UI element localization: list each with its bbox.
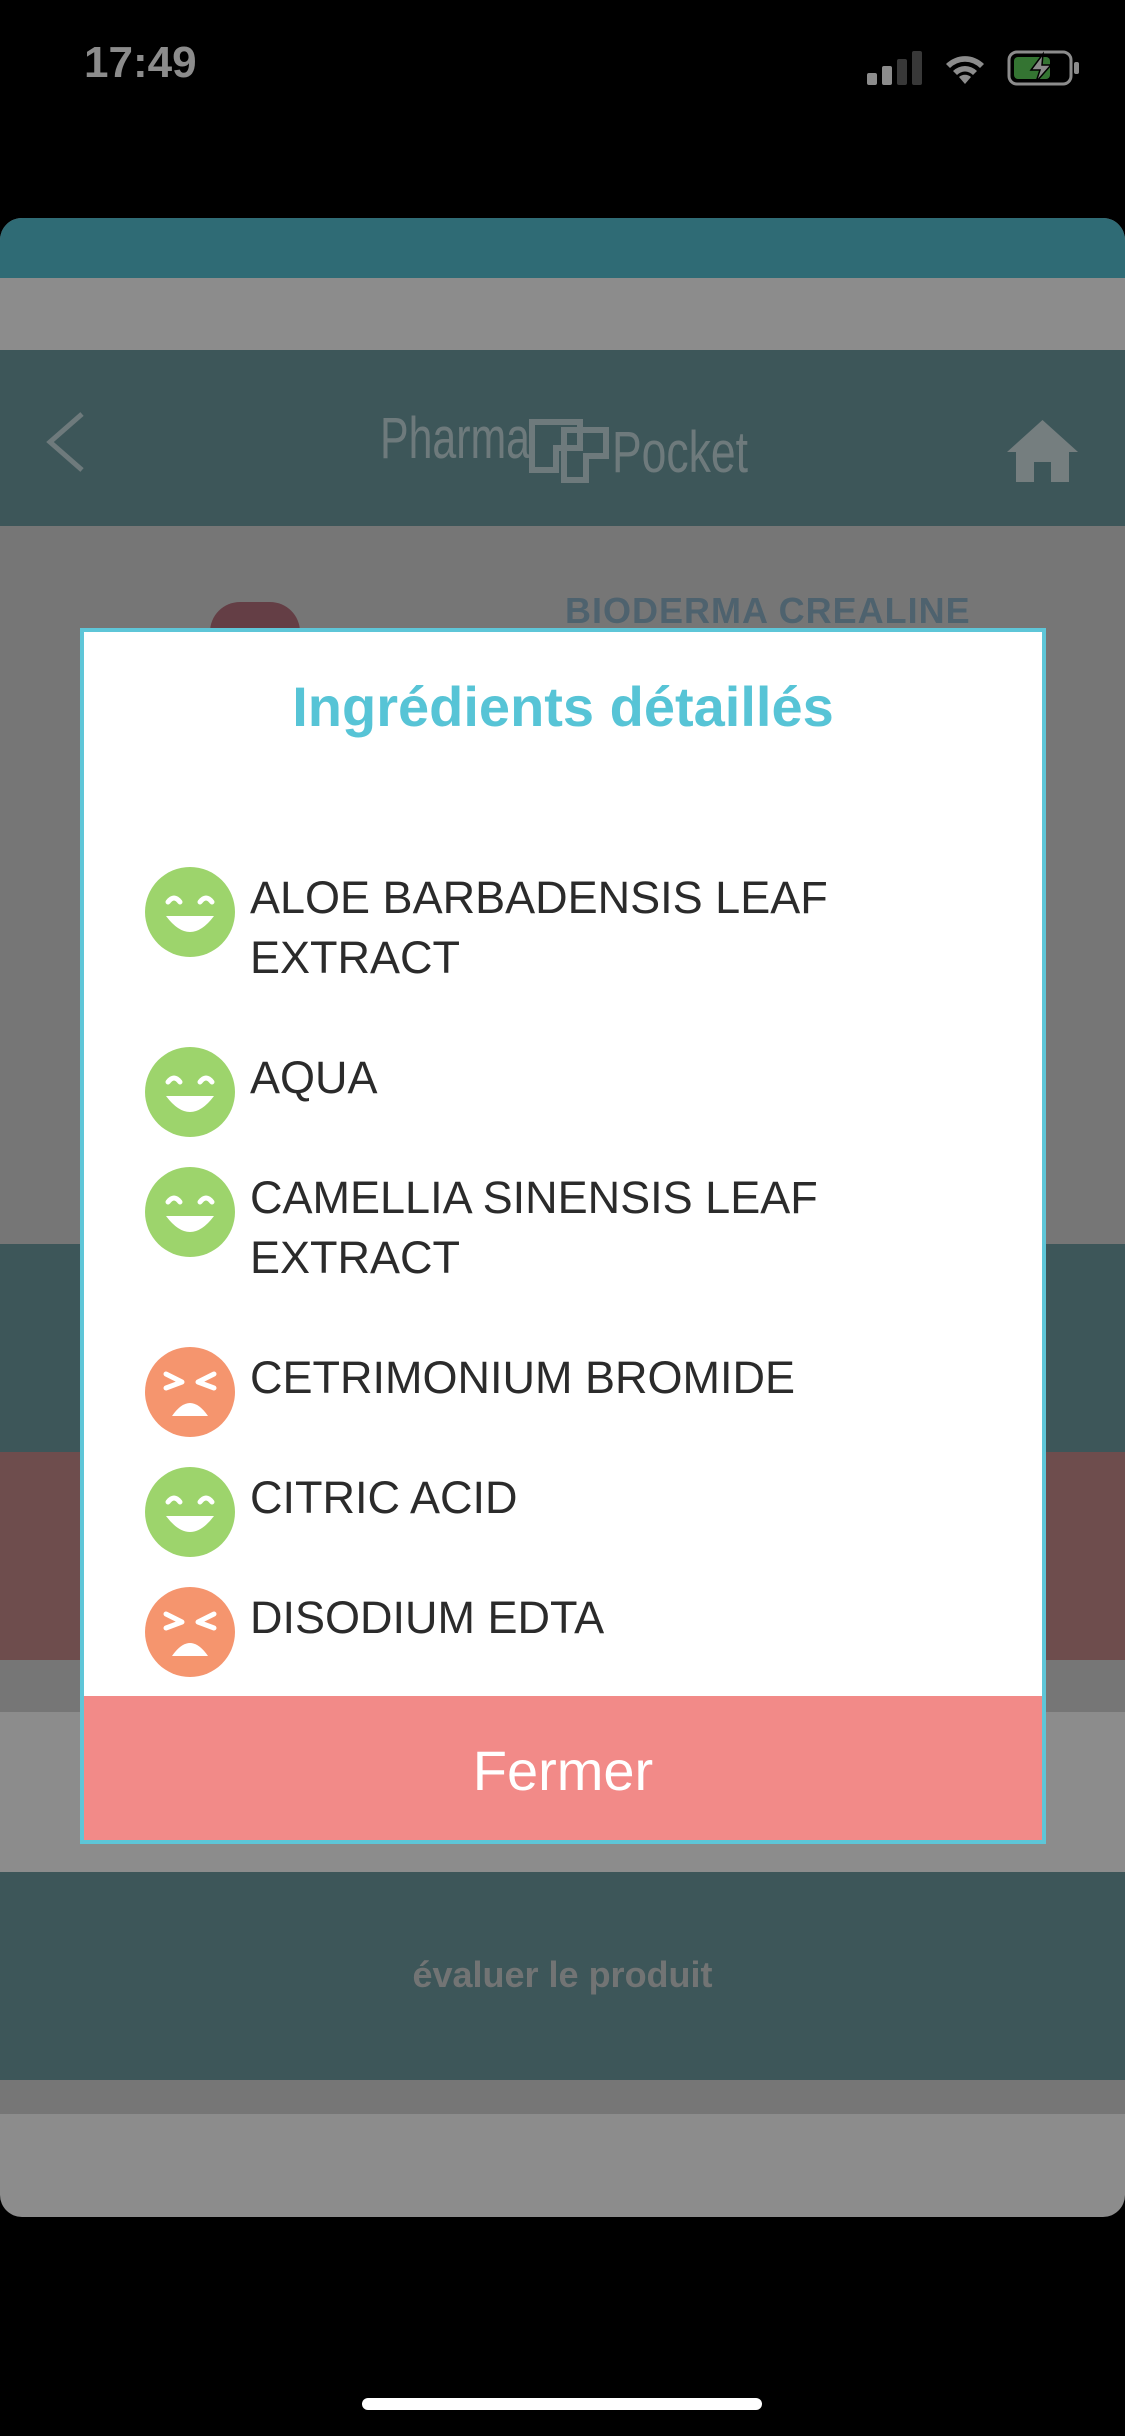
ingredient-row[interactable]: ALOE BARBADENSIS LEAF EXTRACT [144, 867, 1004, 988]
ingredient-name: AQUA [250, 1052, 378, 1103]
ingredient-name: CAMELLIA SINENSIS LEAF EXTRACT [250, 1172, 818, 1283]
ingredient-row[interactable]: CETRIMONIUM BROMIDE [144, 1347, 1004, 1438]
modal-title: Ingrédients détaillés [292, 675, 834, 738]
home-indicator[interactable] [362, 2398, 762, 2410]
ingredient-row[interactable]: CITRIC ACID [144, 1467, 1004, 1558]
ingredient-name: ALOE BARBADENSIS LEAF EXTRACT [250, 872, 828, 983]
happy-face-icon [145, 1047, 235, 1137]
ingredient-list[interactable]: ALOE BARBADENSIS LEAF EXTRACT AQUA CAMELLI… [84, 832, 1042, 1832]
unhappy-face-icon [145, 1347, 235, 1437]
happy-face-icon [145, 1467, 235, 1557]
ingredient-row[interactable]: CAMELLIA SINENSIS LEAF EXTRACT [144, 1167, 1004, 1288]
ingredient-name: CITRIC ACID [250, 1472, 518, 1523]
ingredient-row[interactable]: AQUA [144, 1047, 1004, 1138]
unhappy-face-icon [145, 1587, 235, 1677]
ingredients-modal: Ingrédients détaillés ALOE BARBADENSIS L… [80, 628, 1046, 1844]
close-button[interactable]: Fermer [84, 1696, 1042, 1840]
ingredient-name: CETRIMONIUM BROMIDE [250, 1352, 795, 1403]
ingredient-name: DISODIUM EDTA [250, 1592, 605, 1643]
happy-face-icon [145, 1167, 235, 1257]
happy-face-icon [145, 867, 235, 957]
ingredient-row[interactable]: DISODIUM EDTA [144, 1587, 1004, 1678]
